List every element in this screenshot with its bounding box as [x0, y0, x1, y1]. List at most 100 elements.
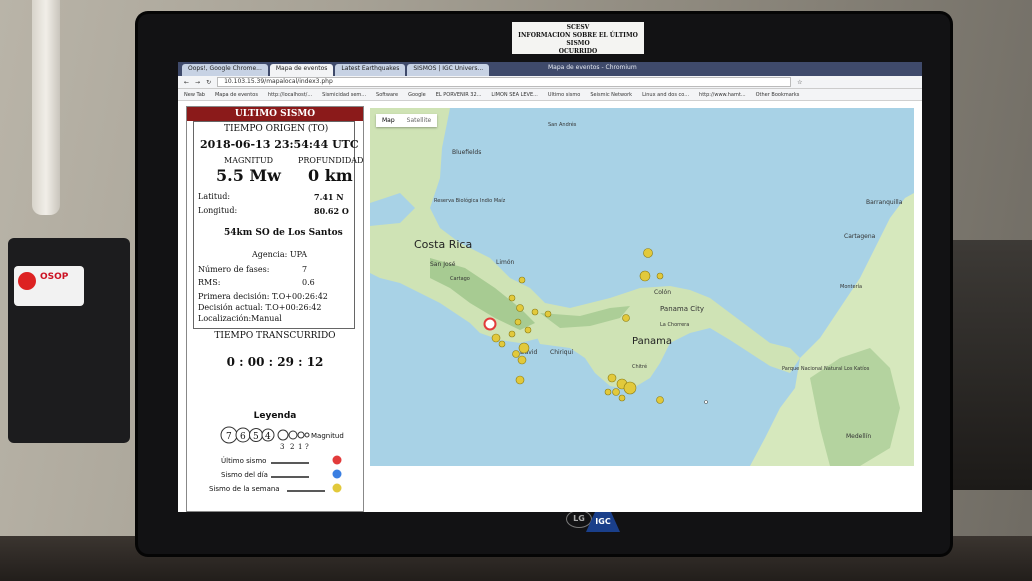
map-label-medellin: Medellín [846, 433, 871, 440]
longitude-label: Longitud: [198, 206, 238, 215]
bookmark-item[interactable]: http://www.hamt... [699, 92, 746, 98]
quake-marker[interactable] [656, 272, 664, 280]
quake-marker[interactable] [544, 310, 552, 318]
quake-marker[interactable] [512, 350, 520, 358]
lg-logo: LG [566, 510, 592, 528]
legend-graphic: 7 6 5 4 Magnitud 3 2 1 ? Último sismo Si… [209, 426, 344, 493]
page-content: ULTIMO SISMO TIEMPO ORIGEN (TO) 2018-06-… [178, 100, 922, 512]
quake-marker[interactable] [604, 388, 612, 396]
quake-marker[interactable] [518, 342, 530, 354]
reload-icon[interactable]: ↻ [206, 79, 211, 86]
legend-item-label: Último sismo [221, 456, 266, 465]
forward-icon[interactable]: → [195, 79, 200, 86]
quake-marker[interactable] [514, 318, 522, 326]
map-label-colon: Colón [654, 289, 671, 296]
last-earthquake-panel: ULTIMO SISMO TIEMPO ORIGEN (TO) 2018-06-… [186, 106, 364, 512]
quake-marker[interactable] [498, 340, 506, 348]
quake-marker[interactable] [508, 330, 516, 338]
map-label-chiriqui: Chiriquí [550, 349, 573, 356]
agency: Agencia: UPA [252, 250, 307, 259]
star-icon[interactable]: ☆ [797, 79, 802, 86]
legend-mag-1-circle [297, 431, 305, 439]
map-label-cartagena: Cartagena [844, 233, 876, 240]
map-label-chitre: Chitré [632, 363, 647, 370]
legend-title: Leyenda [253, 411, 297, 421]
quake-marker[interactable] [622, 314, 630, 322]
bookmark-item[interactable]: Ultimo sismo [548, 92, 580, 98]
quake-marker[interactable] [524, 326, 532, 334]
map-button[interactable]: Map [376, 114, 401, 127]
depth-value: 0 km [308, 166, 353, 185]
bookmark-item[interactable]: Google [408, 92, 426, 98]
bookmark-item[interactable]: New Tab [184, 92, 205, 98]
back-icon[interactable]: ← [184, 79, 189, 86]
map-label-panama: Panama [632, 336, 672, 347]
quake-marker[interactable] [491, 333, 501, 343]
quake-marker[interactable] [518, 276, 526, 284]
osop-text: OSOP [40, 272, 69, 282]
address-bar-row: ← → ↻ 10.103.15.39/mapalocal/index3.php … [178, 76, 922, 89]
phases-value: 7 [302, 265, 308, 274]
browser-window: Oops!, Google Chrome... Mapa de eventos … [178, 62, 922, 512]
map-label-san-jose: San José [430, 261, 456, 268]
sticker-line: OCURRIDO [558, 48, 598, 55]
quake-marker[interactable] [656, 396, 664, 404]
bezel-sticker: SCESV INFORMACION SOBRE EL ÚLTIMO SISMO … [512, 22, 644, 55]
bookmark-item[interactable]: Linux and dos co... [642, 92, 689, 98]
bookmark-item[interactable]: Seismic Network [590, 92, 632, 98]
latitude-value: 7.41 N [314, 192, 344, 202]
latitude-label: Latitud: [198, 192, 231, 201]
quake-marker[interactable] [531, 308, 539, 316]
map-type-toggle[interactable]: Map Satellite [376, 114, 438, 127]
quake-marker[interactable] [643, 248, 653, 258]
last-quake-marker[interactable] [483, 317, 497, 331]
legend-dot-day [332, 469, 342, 479]
tab-mapa-eventos[interactable]: Mapa de eventos [269, 64, 334, 76]
quake-marker[interactable] [517, 355, 527, 365]
legend-mag-6: 6 [240, 432, 246, 442]
tab-bar: Oops!, Google Chrome... Mapa de eventos … [178, 62, 922, 76]
legend-mag-1: 1 [298, 443, 302, 451]
event-location: 54km SO de Los Santos [224, 228, 343, 238]
quake-marker[interactable] [508, 294, 516, 302]
tab-oops[interactable]: Oops!, Google Chrome... [182, 64, 268, 76]
bookmark-item[interactable]: LIMON SEA LEVE... [491, 92, 537, 98]
bookmark-item[interactable]: EL PORVENIR 32... [436, 92, 482, 98]
map-label-san-andres: San Andrés [548, 121, 577, 128]
url-field[interactable]: 10.103.15.39/mapalocal/index3.php [217, 77, 792, 87]
map-label-indio-maiz: Reserva Biológica Indio Maíz [434, 197, 506, 204]
quake-marker[interactable] [618, 394, 626, 402]
event-map[interactable]: Bluefields Reserva Biológica Indio Maíz … [370, 108, 914, 466]
bookmark-item[interactable]: Mapa de eventos [215, 92, 258, 98]
quake-marker[interactable] [515, 375, 525, 385]
map-canvas[interactable]: Bluefields Reserva Biológica Indio Maíz … [370, 108, 914, 466]
legend-dot-last [332, 455, 342, 465]
bookmark-item[interactable]: Other Bookmarks [756, 92, 800, 98]
satellite-button[interactable]: Satellite [401, 114, 438, 127]
map-label-panama-city: Panama City [660, 305, 704, 313]
quake-marker[interactable] [612, 388, 620, 396]
tab-latest-earthquakes[interactable]: Latest Earthquakes [335, 64, 406, 76]
bookmark-item[interactable]: Sismicidad sem... [322, 92, 366, 98]
quake-marker[interactable] [639, 270, 651, 282]
quake-marker[interactable] [607, 373, 617, 383]
sticker-line: SCESV [566, 24, 590, 31]
map-label-limon: Limón [496, 259, 515, 266]
quake-marker[interactable] [623, 381, 637, 395]
legend-mag-unknown-circle [304, 432, 310, 438]
quake-marker[interactable] [516, 304, 524, 312]
bookmark-item[interactable]: Software [376, 92, 398, 98]
magnitude-label: MAGNITUD [224, 156, 274, 165]
map-label-cartago: Cartago [450, 276, 470, 282]
legend-item-label: Sismo del día [221, 471, 268, 479]
rms-value: 0.6 [302, 278, 315, 287]
legend-mag-4: 4 [265, 432, 271, 442]
legend-item-label: Sismo de la semana [209, 485, 280, 493]
magnitude-value: 5.5 Mw [216, 166, 281, 185]
quake-marker-small[interactable] [704, 400, 708, 404]
event-info-box: TIEMPO ORIGEN (TO) 2018-06-13 23:54:44 U… [193, 121, 363, 329]
tab-sismos-igc[interactable]: SISMOS | IGC Univers... [407, 64, 490, 76]
phases-label: Número de fases: [198, 265, 270, 274]
elapsed-label: TIEMPO TRANSCURRIDO [214, 331, 336, 341]
bookmark-item[interactable]: http://localhost/... [268, 92, 312, 98]
